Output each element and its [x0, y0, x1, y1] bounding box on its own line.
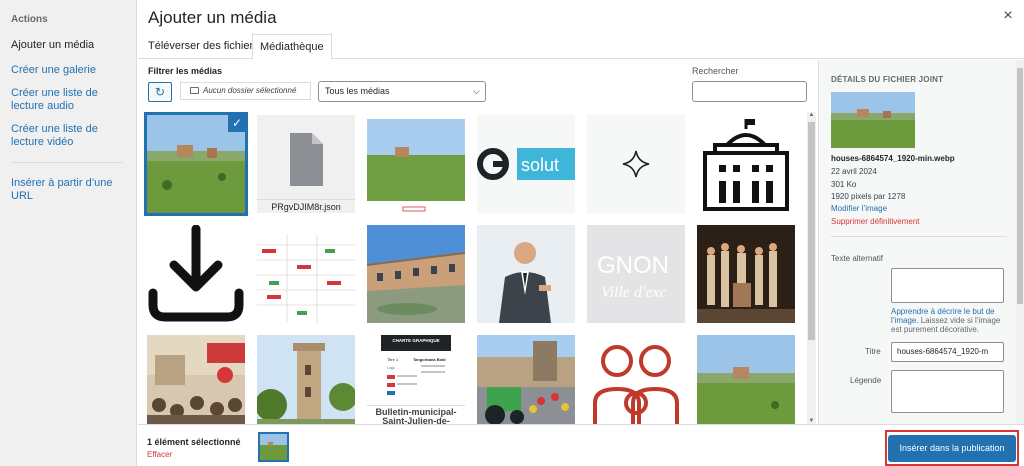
close-icon[interactable]: × — [1000, 8, 1016, 24]
caption-field[interactable] — [891, 370, 1004, 413]
attachment-gnon-logo[interactable]: GNON Ville d'exc — [587, 225, 685, 323]
tab-upload-files[interactable]: Téléverser des fichiers — [141, 34, 266, 59]
title-label: Titre — [865, 347, 881, 356]
grid-scrollbar[interactable]: ▲ ▼ — [807, 112, 816, 424]
details-date: 22 avril 2024 — [831, 167, 877, 176]
folder-select-value: Aucun dossier sélectionné — [203, 86, 297, 95]
insert-into-post-button[interactable]: Insérer dans la publication — [888, 435, 1016, 462]
delete-permanently-link[interactable]: Supprimer définitivement — [831, 217, 919, 226]
menu-item-add-media[interactable]: Ajouter un média — [11, 39, 129, 52]
search-input[interactable] — [692, 81, 807, 102]
alt-text-field[interactable] — [891, 268, 1004, 303]
media-type-select[interactable]: Tous les médias ⌵ — [318, 81, 486, 102]
charte-sub2: Tangorbana Bold — [413, 357, 446, 362]
attachment-landscape-2[interactable] — [367, 115, 465, 213]
details-separator — [831, 236, 1007, 237]
attachment-castle-photo[interactable] — [257, 335, 355, 424]
alt-text-label: Texte alternatif — [831, 254, 884, 263]
attachment-sparkle-icon[interactable] — [587, 115, 685, 213]
router-tabs: Téléverser des fichiers Médiathèque — [138, 34, 1024, 60]
attachments-grid: ✓ PRgvDJIM8r.json solut GNON Ville d'exc… — [138, 108, 818, 424]
selection-count: 1 élément sélectionné — [147, 437, 241, 447]
attachment-download-icon[interactable] — [147, 225, 245, 323]
attachment-family-icon[interactable] — [587, 335, 685, 424]
charte-title: CHARTE GRAPHIQUE — [392, 338, 439, 343]
attachment-json-file[interactable]: PRgvDJIM8r.json — [257, 115, 355, 213]
scroll-up-icon[interactable]: ▲ — [807, 112, 816, 118]
attachment-festival-photo[interactable] — [147, 335, 245, 424]
details-thumbnail — [831, 92, 915, 148]
attachment-filename: Bulletin-municipal-Saint-Julien-de-Cassa… — [367, 405, 465, 424]
modal-title: Ajouter un média — [148, 8, 277, 27]
alt-text-help: Apprendre à décrire le but de l’image. L… — [891, 307, 1011, 334]
media-type-value: Tous les médias — [325, 86, 390, 96]
selection-thumbnail[interactable] — [258, 432, 289, 462]
menu-item-create-gallery[interactable]: Créer une galerie — [11, 64, 129, 77]
folder-select[interactable]: Aucun dossier sélectionné — [180, 82, 311, 100]
logo-text: solut — [521, 155, 559, 175]
check-icon[interactable]: ✓ — [228, 115, 245, 132]
details-title: DÉTAILS DU FICHIER JOINT — [831, 75, 944, 84]
charte-sub1: Titre 1 — [387, 357, 399, 362]
title-field[interactable]: houses-6864574_1920-m — [891, 342, 1004, 362]
menu-separator — [11, 162, 123, 163]
details-scrollbar[interactable] — [1016, 60, 1024, 424]
caption-label: Légende — [850, 376, 882, 385]
attachment-school-photo[interactable] — [367, 225, 465, 323]
attachment-businessman-photo[interactable] — [477, 225, 575, 323]
details-filename: houses-6864574_1920-min.webp — [831, 154, 955, 163]
menu-item-audio-playlist[interactable]: Créer une liste de lecture audio — [11, 87, 129, 113]
attachment-town-hall-icon[interactable] — [697, 115, 795, 213]
media-modal: Actions Ajouter un média Créer une galer… — [0, 0, 1024, 466]
clear-selection-link[interactable]: Effacer — [147, 450, 172, 459]
attachment-parade-photo[interactable] — [477, 335, 575, 424]
attachment-charte-graphique[interactable]: CHARTE GRAPHIQUE Titre 1 Tangorbana Bold Lo… — [367, 335, 465, 424]
menu-heading: Actions — [11, 14, 48, 25]
modal-footer: 1 élément sélectionné Effacer Insérer da… — [138, 424, 1024, 466]
attachment-landscape-selected[interactable]: ✓ — [144, 112, 248, 216]
attachment-landscape-3[interactable] — [697, 335, 795, 424]
logo-text: Ville d'exc — [601, 284, 667, 301]
grid-scrollbar-thumb[interactable] — [808, 122, 815, 340]
edit-image-link[interactable]: Modifier l’image — [831, 204, 887, 213]
menu-item-insert-url[interactable]: Insérer à partir d’une URL — [11, 177, 129, 203]
attachment-details-sidebar: DÉTAILS DU FICHIER JOINT houses-6864574_… — [818, 60, 1024, 424]
charte-logo: Logo — [387, 366, 395, 370]
attachment-table-document[interactable] — [257, 225, 355, 323]
chevron-down-icon: ⌵ — [473, 86, 480, 96]
details-size: 301 Ko — [831, 180, 857, 189]
refresh-button[interactable]: ↻ — [148, 82, 172, 102]
folder-icon — [190, 87, 199, 95]
details-dimensions: 1920 pixels par 1278 — [831, 192, 906, 201]
attachment-ceremony-photo[interactable] — [697, 225, 795, 323]
media-menu: Actions Ajouter un média Créer une galer… — [0, 0, 137, 466]
menu-item-video-playlist[interactable]: Créer une liste de lecture vidéo — [11, 123, 129, 149]
attachment-filename: PRgvDJIM8r.json — [257, 199, 355, 213]
filter-label: Filtrer les médias — [148, 66, 223, 76]
logo-text: GNON — [597, 252, 669, 279]
details-scrollbar-thumb[interactable] — [1017, 68, 1023, 304]
tab-media-library[interactable]: Médiathèque — [252, 34, 332, 60]
search-label: Rechercher — [692, 66, 739, 76]
attachment-logo-gsolut[interactable]: solut — [477, 115, 575, 213]
